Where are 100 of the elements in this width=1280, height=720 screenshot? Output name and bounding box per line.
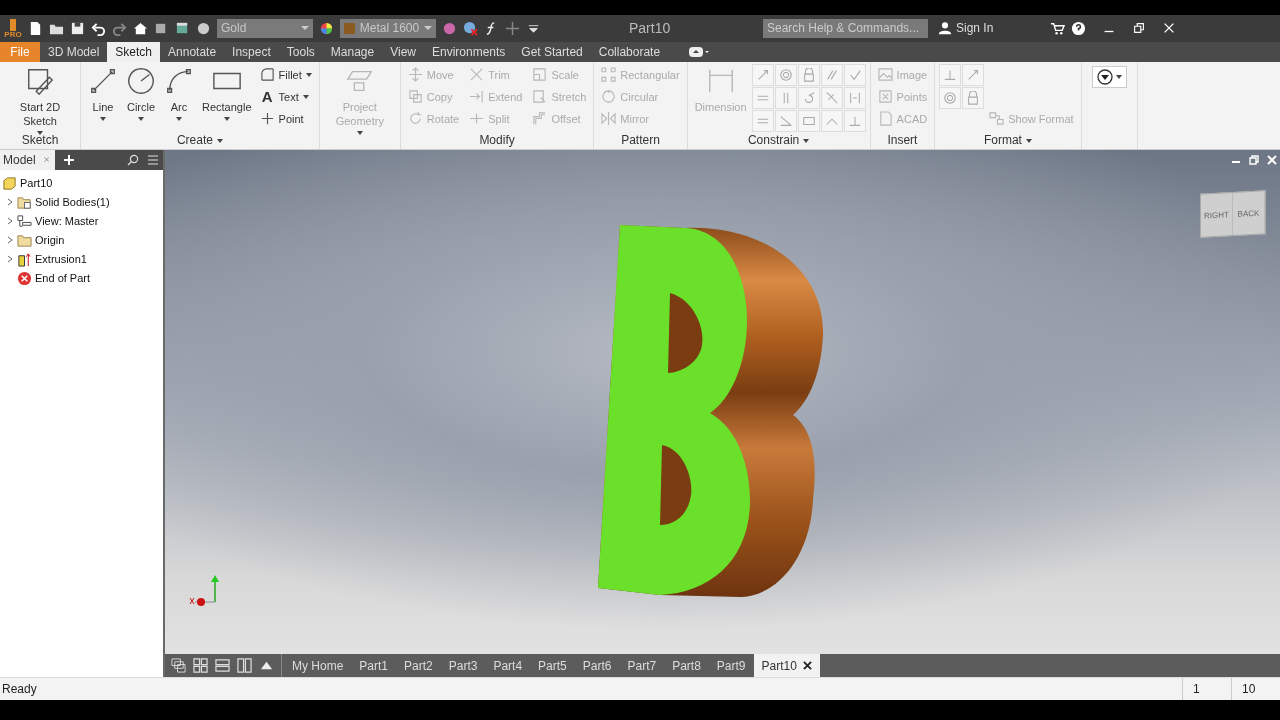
panel-title[interactable]: Constrain (747, 133, 810, 148)
point-icon (259, 111, 275, 127)
cascade-icon[interactable] (171, 658, 186, 673)
constraint-icon (847, 90, 862, 105)
app-logo[interactable]: PRO (4, 16, 22, 41)
person-icon (938, 21, 952, 36)
document-tab[interactable]: Part1 (351, 654, 397, 677)
3d-viewport[interactable]: RIGHT BACK (165, 149, 1280, 654)
stretch-icon (532, 89, 548, 105)
tree-item[interactable]: Extrusion1 (2, 249, 161, 269)
constraint-icon (778, 113, 793, 128)
ribbon-tab[interactable]: View (382, 41, 424, 62)
panel-title[interactable]: Sketch (21, 133, 59, 148)
constraint-icon (778, 67, 793, 82)
document-tab[interactable]: Part8 (664, 654, 709, 677)
constraint-icon (966, 90, 981, 105)
constraint-icon (943, 90, 958, 105)
document-tab[interactable]: My Home (284, 654, 352, 677)
fillet-icon (259, 67, 275, 83)
view-cube[interactable]: RIGHT BACK (1200, 190, 1266, 238)
tool-button[interactable]: Fillet (256, 63, 315, 86)
document-tab[interactable]: Part5 (530, 654, 575, 677)
tool-button[interactable]: Point (256, 107, 315, 130)
document-tab[interactable]: Part6 (574, 654, 620, 677)
tool-button[interactable]: Arc (161, 63, 197, 126)
search-icon[interactable] (127, 153, 139, 166)
status-cell: 1 (1182, 678, 1231, 700)
material-dropdown[interactable]: Gold (217, 18, 313, 38)
appearance-dropdown[interactable]: Metal 1600 (340, 18, 436, 38)
document-tab[interactable]: Part7 (619, 654, 665, 677)
constraint-icon (801, 67, 816, 82)
new-file-icon[interactable] (28, 20, 43, 36)
constraint-icon (824, 90, 839, 105)
panel-title[interactable]: Pattern (621, 133, 660, 148)
ribbon-tab[interactable]: 3D Model (40, 41, 108, 62)
tool-button[interactable]: A Text (256, 85, 315, 108)
down-circle-icon (1096, 68, 1113, 85)
ribbon-tab[interactable]: Inspect (224, 41, 279, 62)
mirror-icon (601, 111, 617, 127)
horizontal-split-icon[interactable] (215, 658, 230, 673)
tree-label: Solid Bodies(1) (35, 196, 110, 209)
vertical-split-icon[interactable] (237, 658, 252, 673)
ribbon-tab[interactable]: Sketch (107, 41, 161, 62)
document-tab[interactable]: Part3 (440, 654, 486, 677)
status-cell: 10 (1231, 678, 1280, 700)
color-wheel-icon[interactable] (319, 20, 334, 36)
document-tab[interactable]: Part10 (753, 654, 820, 677)
tree-label: End of Part (35, 272, 91, 285)
ribbon-tab[interactable]: File (0, 41, 40, 62)
tool-button[interactable]: Rectangle (199, 63, 255, 126)
toggle-icon[interactable] (688, 45, 711, 58)
search-field[interactable]: Search Help & Commands... (763, 18, 928, 38)
tree-item[interactable]: End of Part (2, 268, 161, 288)
tool-button[interactable]: Circle (123, 63, 159, 126)
error-icon (17, 270, 32, 286)
tile-icon[interactable] (193, 658, 208, 673)
ribbon-tab[interactable]: Get Started (513, 41, 591, 62)
panel-title[interactable]: Format (983, 133, 1032, 148)
clear-appearance-icon[interactable] (463, 20, 478, 36)
tree-item[interactable]: Part10 (2, 173, 161, 193)
ribbon-tab[interactable]: Environments (424, 41, 514, 62)
tree-item[interactable]: View: Master (2, 211, 161, 231)
panel-dropdown[interactable] (1091, 65, 1127, 88)
panel-title[interactable]: Modify (479, 133, 515, 148)
menu-icon[interactable] (147, 153, 159, 166)
home-icon[interactable] (133, 20, 148, 36)
ribbon-tab[interactable]: Annotate (160, 41, 225, 62)
move-icon (407, 67, 423, 83)
scale-icon (532, 67, 548, 83)
ribbon-tab[interactable]: Tools (278, 41, 323, 62)
file-icon (877, 111, 893, 127)
panel-title[interactable]: Create (176, 133, 223, 148)
copy-icon (407, 89, 423, 105)
tree-item[interactable]: Solid Bodies(1) (2, 192, 161, 212)
trim-icon (469, 67, 485, 83)
save-icon[interactable] (70, 20, 85, 36)
document-tab[interactable]: Part2 (396, 654, 441, 677)
cube-face[interactable]: BACK (1233, 191, 1265, 235)
cube-face[interactable]: RIGHT (1201, 192, 1233, 237)
document-tab[interactable]: Part4 (485, 654, 531, 677)
ribbon-tab[interactable]: Collaborate (590, 41, 669, 62)
help-icon[interactable] (1071, 20, 1086, 36)
tree-label: Extrusion1 (35, 253, 87, 266)
browser-tab[interactable]: Model (0, 149, 55, 170)
document-tab[interactable]: Part9 (708, 654, 754, 677)
restore-icon[interactable] (1132, 21, 1146, 36)
window-title: Part10 (629, 20, 672, 37)
tool-button[interactable]: Line (85, 63, 121, 126)
close-icon[interactable] (802, 661, 812, 670)
ribbon-tab[interactable]: Manage (322, 41, 383, 62)
cart-icon[interactable] (1050, 20, 1065, 36)
offset-icon (532, 111, 548, 127)
extrusion-icon (17, 251, 32, 267)
image-icon (877, 67, 893, 83)
constraint-icon (824, 67, 839, 82)
view-icon (17, 213, 32, 229)
sign-in-button[interactable]: Sign In (934, 21, 1044, 36)
tree-item[interactable]: Origin (2, 230, 161, 250)
panel-title[interactable]: Insert (887, 133, 918, 148)
circular-pattern-icon (601, 89, 617, 105)
